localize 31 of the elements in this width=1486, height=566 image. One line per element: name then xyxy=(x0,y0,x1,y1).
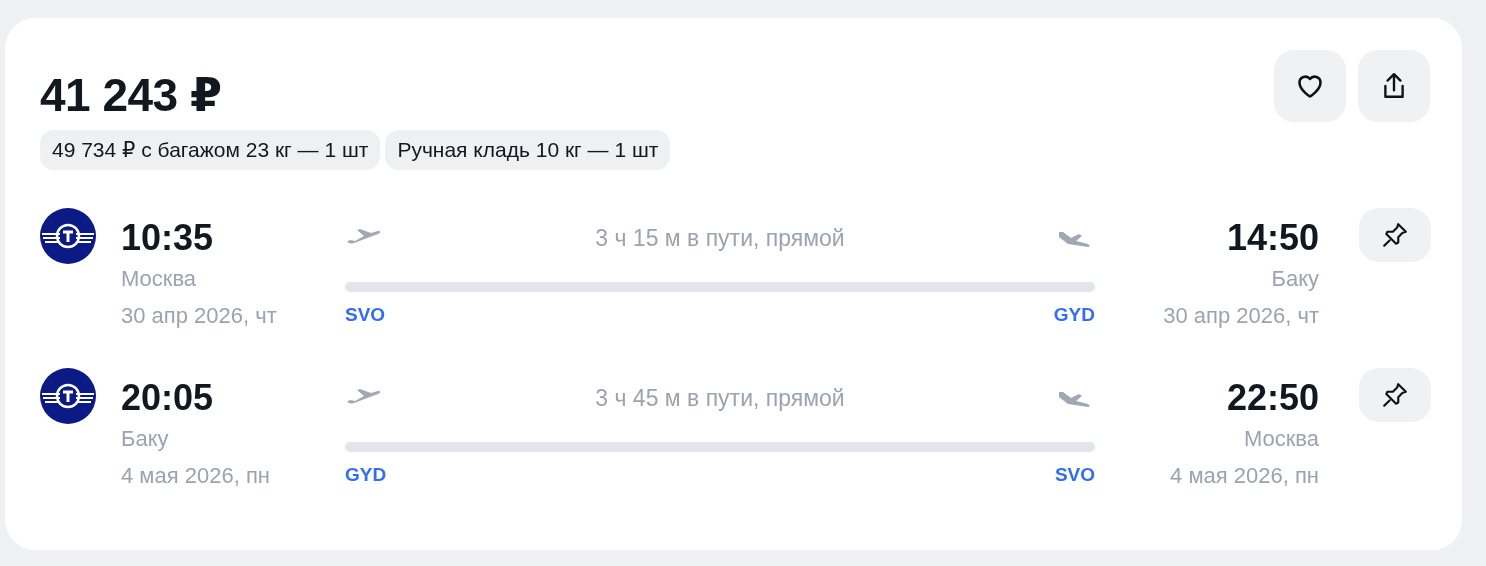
favorite-button[interactable] xyxy=(1274,50,1346,122)
departure-time: 20:05 xyxy=(121,376,214,420)
pin-icon xyxy=(1382,382,1408,408)
airline-logo xyxy=(40,208,96,264)
departure-city: Баку xyxy=(121,425,169,453)
arrival-city: Баку xyxy=(1271,265,1319,293)
heart-icon xyxy=(1296,73,1324,99)
arrival-date: 30 апр 2026, чт xyxy=(1163,302,1319,330)
baggage-tag: Ручная кладь 10 кг — 1 шт xyxy=(385,130,671,170)
arrival-city: Москва xyxy=(1243,425,1319,453)
baggage-tag: 49 734 ₽ с багажом 23 кг — 1 шт xyxy=(40,130,381,170)
airport-code: GYD xyxy=(345,464,387,486)
airline-logo xyxy=(40,368,96,424)
airport-code: SVO xyxy=(345,304,386,326)
departure-city: Москва xyxy=(121,265,197,293)
departure-date: 30 апр 2026, чт xyxy=(121,302,277,330)
share-button[interactable] xyxy=(1358,50,1430,122)
flight-duration: 3 ч 15 м в пути, прямой xyxy=(595,224,845,252)
arrival-date: 4 мая 2026, пн xyxy=(1170,462,1319,490)
arrival-time: 22:50 xyxy=(1226,376,1319,420)
departure-time: 10:35 xyxy=(121,216,214,260)
airport-code: SVO xyxy=(1054,464,1095,486)
departure-date: 4 мая 2026, пн xyxy=(121,462,270,490)
flight-duration: 3 ч 45 м в пути, прямой xyxy=(595,384,845,412)
ticket-price: 41 243 ₽ xyxy=(40,68,222,122)
pin-button[interactable] xyxy=(1359,208,1431,262)
pin-button[interactable] xyxy=(1359,368,1431,422)
airport-code: GYD xyxy=(1053,304,1095,326)
pin-icon xyxy=(1382,222,1408,248)
arrival-time: 14:50 xyxy=(1226,216,1319,260)
share-icon xyxy=(1381,72,1407,100)
